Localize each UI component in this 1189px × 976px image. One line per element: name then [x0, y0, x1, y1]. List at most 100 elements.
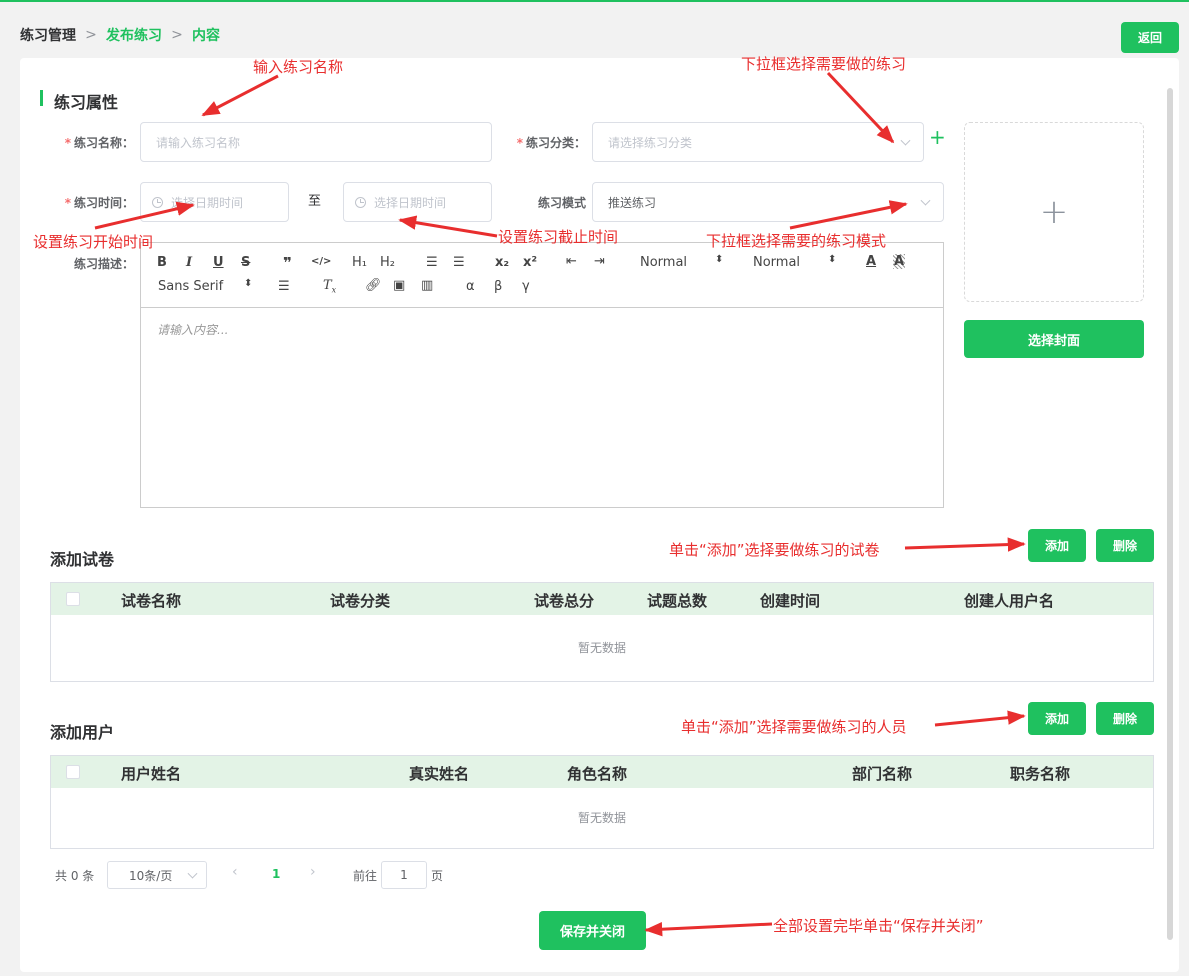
- goto-prefix: 前往: [353, 869, 378, 883]
- name-label: * 练习名称：: [64, 136, 134, 150]
- beta-button[interactable]: β: [494, 279, 502, 294]
- column-header: 试题总数: [647, 592, 708, 610]
- add-user-button[interactable]: 添加: [1028, 702, 1086, 735]
- font-select-arrows-icon: ⬍: [244, 278, 253, 289]
- delete-paper-button[interactable]: 删除: [1096, 529, 1154, 562]
- papers-table-header: 试卷名称 试卷分类 试卷总分 试题总数 创建时间 创建人用户名: [51, 583, 1153, 615]
- column-header: 试卷总分: [534, 592, 595, 610]
- users-table: 用户姓名 真实姓名 角色名称 部门名称 职务名称 暂无数据: [50, 755, 1154, 849]
- bold-button[interactable]: B: [157, 255, 167, 270]
- end-time-input[interactable]: 选择日期时间: [343, 182, 492, 222]
- code-icon[interactable]: </>: [311, 256, 331, 267]
- chevron-down-icon: [187, 868, 198, 879]
- size-select-arrows-icon: ⬍: [715, 254, 724, 265]
- section-title: 练习属性: [54, 93, 119, 112]
- annotation-save: 全部设置完毕单击“保存并关闭”: [773, 917, 984, 935]
- category-select[interactable]: 请选择练习分类: [592, 122, 924, 162]
- indent-icon[interactable]: ⇥: [594, 254, 605, 269]
- bullet-list-icon[interactable]: ☰: [453, 255, 465, 270]
- annotation-name: 输入练习名称: [253, 58, 344, 76]
- add-category-icon[interactable]: +: [929, 127, 946, 147]
- link-icon[interactable]: 🔗︎: [365, 278, 382, 293]
- clock-icon: [355, 196, 366, 208]
- save-and-close-button[interactable]: 保存并关闭: [539, 911, 646, 950]
- pagination-total: 共 0 条: [55, 869, 95, 883]
- breadcrumb-item-practice-management[interactable]: 练习管理: [20, 25, 76, 45]
- breadcrumb-separator-icon: >: [171, 27, 183, 43]
- annotation-end-time: 设置练习截止时间: [498, 228, 619, 246]
- editor-placeholder[interactable]: 请输入内容...: [157, 321, 228, 338]
- gamma-button[interactable]: γ: [522, 279, 530, 294]
- back-button[interactable]: 返回: [1121, 22, 1179, 53]
- section-accent-bar: [40, 90, 43, 106]
- time-label: * 练习时间：: [64, 196, 134, 210]
- start-time-input[interactable]: 选择日期时间: [140, 182, 289, 222]
- goto-suffix: 页: [431, 869, 444, 883]
- breadcrumb-item-publish-practice[interactable]: 发布练习: [106, 25, 162, 45]
- description-label: 练习描述：: [73, 257, 134, 271]
- outdent-icon[interactable]: ⇤: [566, 254, 577, 269]
- ordered-list-icon[interactable]: ☰: [426, 255, 438, 270]
- select-all-checkbox[interactable]: [66, 592, 80, 606]
- mode-label: 练习模式: [537, 196, 586, 210]
- page-number-current[interactable]: 1: [272, 867, 280, 881]
- blockquote-icon[interactable]: ❞: [283, 254, 292, 272]
- align-icon[interactable]: ☰: [278, 279, 290, 294]
- goto-page-input[interactable]: 1: [381, 861, 427, 889]
- papers-table: 试卷名称 试卷分类 试卷总分 试题总数 创建时间 创建人用户名 暂无数据: [50, 582, 1154, 682]
- required-mark: *: [64, 136, 71, 150]
- page-size-select[interactable]: 10条/页: [107, 861, 207, 889]
- papers-title: 添加试卷: [50, 550, 115, 569]
- image-icon[interactable]: ▣: [393, 278, 405, 293]
- column-header: 职务名称: [1010, 765, 1071, 783]
- video-icon[interactable]: ▥: [421, 278, 433, 293]
- annotation-mode: 下拉框选择需要的练习模式: [706, 232, 887, 250]
- empty-text: 暂无数据: [577, 641, 626, 655]
- italic-button[interactable]: I: [186, 255, 192, 270]
- text-color-icon[interactable]: A: [866, 254, 876, 269]
- next-page-icon[interactable]: ›: [310, 864, 316, 880]
- size-select[interactable]: Normal: [640, 255, 687, 270]
- mode-select[interactable]: 推送练习: [592, 182, 944, 222]
- scrollbar[interactable]: [1167, 88, 1173, 940]
- underline-button[interactable]: U: [213, 255, 224, 270]
- editor-toolbar: B I U S ❞ </> H₁ H₂ ☰ ☰ x₂ x² ⇤ ⇥ Normal…: [141, 243, 943, 308]
- breadcrumb: 练习管理 > 发布练习 > 内容: [20, 25, 220, 45]
- clear-format-icon[interactable]: Tx: [323, 278, 336, 295]
- breadcrumb-separator-icon: >: [85, 27, 97, 43]
- subscript-button[interactable]: x₂: [495, 255, 509, 270]
- strike-button[interactable]: S: [241, 255, 250, 270]
- column-header: 试卷名称: [121, 592, 182, 610]
- header-select[interactable]: Normal: [753, 255, 800, 270]
- practice-name-input[interactable]: 请输入练习名称: [140, 122, 492, 162]
- required-mark: *: [64, 196, 71, 210]
- cover-upload[interactable]: +: [964, 122, 1144, 302]
- annotation-add-user: 单击“添加”选择需要做练习的人员: [681, 718, 907, 736]
- header1-button[interactable]: H₁: [352, 255, 367, 270]
- category-label: * 练习分类：: [516, 136, 586, 150]
- column-header: 创建人用户名: [964, 592, 1055, 610]
- header2-button[interactable]: H₂: [380, 255, 395, 270]
- prev-page-icon[interactable]: ‹: [232, 864, 238, 880]
- annotation-add-paper: 单击“添加”选择要做练习的试卷: [669, 541, 880, 559]
- select-cover-button[interactable]: 选择封面: [964, 320, 1144, 358]
- header-select-arrows-icon: ⬍: [828, 254, 837, 265]
- users-table-header: 用户姓名 真实姓名 角色名称 部门名称 职务名称: [51, 756, 1153, 788]
- background-color-icon[interactable]: A: [893, 254, 906, 269]
- to-label: 至: [308, 194, 322, 209]
- top-accent-line: [0, 0, 1189, 2]
- delete-user-button[interactable]: 删除: [1096, 702, 1154, 735]
- alpha-button[interactable]: α: [466, 279, 475, 294]
- clock-icon: [152, 196, 163, 208]
- column-header: 创建时间: [760, 592, 821, 610]
- plus-icon: +: [1039, 192, 1069, 232]
- font-select[interactable]: Sans Serif: [158, 279, 223, 294]
- users-title: 添加用户: [50, 723, 115, 742]
- chevron-down-icon: [900, 135, 911, 146]
- superscript-button[interactable]: x²: [523, 255, 537, 270]
- select-all-checkbox[interactable]: [66, 765, 80, 779]
- add-paper-button[interactable]: 添加: [1028, 529, 1086, 562]
- column-header: 部门名称: [852, 765, 913, 783]
- empty-text: 暂无数据: [577, 811, 626, 825]
- column-header: 试卷分类: [330, 592, 391, 610]
